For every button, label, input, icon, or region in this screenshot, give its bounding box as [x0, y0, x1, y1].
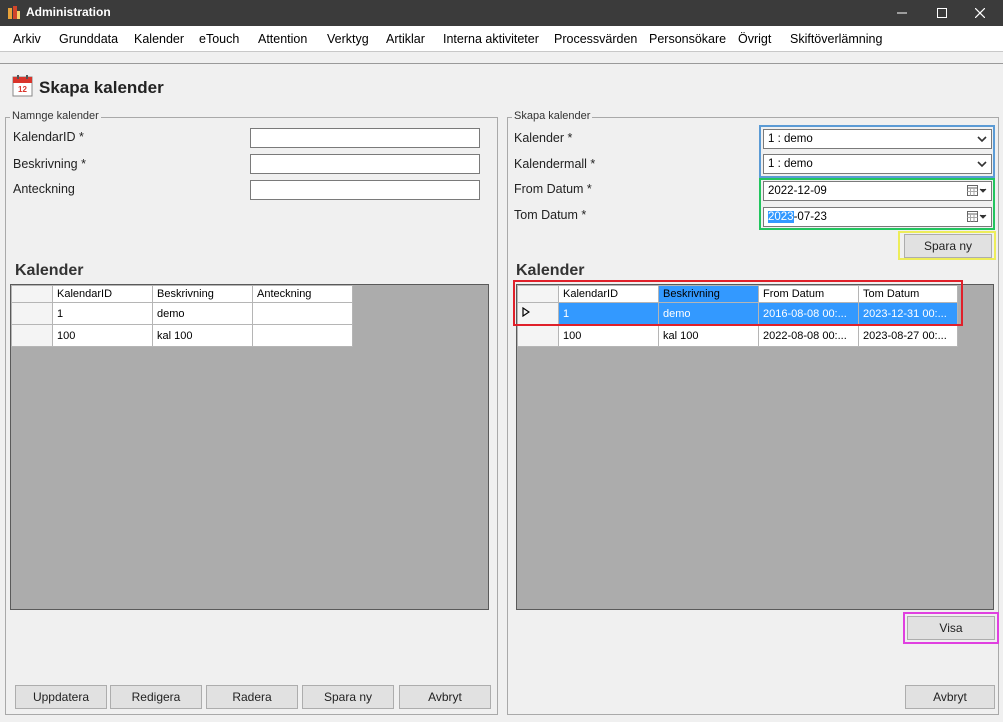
- column-header[interactable]: Beskrivning: [658, 285, 759, 303]
- menu-ovrigt[interactable]: Övrigt: [738, 32, 771, 46]
- column-header[interactable]: Beskrivning: [152, 285, 253, 303]
- menu-artiklar[interactable]: Artiklar: [386, 32, 425, 46]
- table-row-selected[interactable]: 1 demo 2016-08-08 00:... 2023-12-31 00:.…: [517, 302, 958, 325]
- row-header[interactable]: [11, 302, 53, 325]
- page-title: Skapa kalender: [39, 78, 164, 97]
- menu-interna-aktiviteter[interactable]: Interna aktiviteter: [443, 32, 539, 46]
- maximize-icon: [937, 8, 947, 18]
- table-cell[interactable]: 1: [52, 302, 153, 325]
- group-legend: Namnge kalender: [10, 110, 101, 122]
- cancel-button-left[interactable]: Avbryt: [399, 685, 491, 709]
- left-grid-title: Kalender: [15, 262, 84, 279]
- show-button[interactable]: Visa: [907, 616, 995, 640]
- toolstrip-divider: [0, 63, 1003, 64]
- template-label: Kalendermall *: [514, 157, 596, 171]
- app-logo-icon: [8, 6, 20, 19]
- save-new-button-left[interactable]: Spara ny: [302, 685, 394, 709]
- table-row[interactable]: 100 kal 100 2022-08-08 00:... 2023-08-27…: [517, 324, 958, 347]
- menu-bar: Arkiv Grunddata Kalender eTouch Attentio…: [0, 26, 1003, 52]
- column-header[interactable]: KalendarID: [558, 285, 659, 303]
- menu-attention[interactable]: Attention: [258, 32, 307, 46]
- close-button[interactable]: [957, 0, 1003, 26]
- note-label: Anteckning: [13, 182, 75, 196]
- to-date-selected-text: 2023: [768, 211, 794, 223]
- table-row[interactable]: 100 kal 100: [11, 324, 353, 347]
- row-header-corner: [11, 285, 53, 303]
- table-cell[interactable]: demo: [152, 302, 253, 325]
- table-cell[interactable]: 2016-08-08 00:...: [758, 302, 859, 325]
- calendar-label: Kalender *: [514, 131, 573, 145]
- description-label: Beskrivning *: [13, 157, 86, 171]
- table-cell[interactable]: kal 100: [658, 324, 759, 347]
- table-row[interactable]: 1 demo: [11, 302, 353, 325]
- right-calendar-grid[interactable]: KalendarID Beskrivning From Datum Tom Da…: [516, 284, 994, 610]
- row-header-corner: [517, 285, 559, 303]
- column-header[interactable]: KalendarID: [52, 285, 153, 303]
- minimize-icon: [897, 12, 907, 14]
- from-date-value: 2022-12-09: [768, 185, 827, 197]
- row-header[interactable]: [517, 324, 559, 347]
- menu-kalender[interactable]: Kalender: [134, 32, 184, 46]
- table-cell[interactable]: [252, 302, 353, 325]
- table-cell[interactable]: 2023-08-27 00:...: [858, 324, 958, 347]
- row-header[interactable]: [517, 302, 559, 325]
- from-date-picker[interactable]: 2022-12-09: [763, 181, 992, 201]
- note-input[interactable]: [250, 180, 480, 200]
- row-header[interactable]: [11, 324, 53, 347]
- window-title: Administration: [26, 5, 111, 19]
- chevron-down-icon: [977, 161, 987, 168]
- close-icon: [975, 8, 985, 18]
- menu-personsokare[interactable]: Personsökare: [649, 32, 726, 46]
- description-input[interactable]: [250, 154, 480, 174]
- table-cell[interactable]: 1: [558, 302, 659, 325]
- calendar-dropdown-icon: [967, 211, 987, 222]
- left-grid-table: KalendarID Beskrivning Anteckning 1 demo…: [11, 285, 353, 347]
- calendar-select-value: 1 : demo: [768, 133, 813, 145]
- template-select[interactable]: 1 : demo: [763, 154, 992, 174]
- menu-etouch[interactable]: eTouch: [199, 32, 239, 46]
- current-row-arrow-icon: [522, 306, 531, 318]
- table-cell[interactable]: 100: [52, 324, 153, 347]
- table-cell[interactable]: 2023-12-31 00:...: [858, 302, 958, 325]
- group-legend: Skapa kalender: [512, 110, 593, 122]
- column-header[interactable]: From Datum: [758, 285, 859, 303]
- table-cell[interactable]: 100: [558, 324, 659, 347]
- calendar-icon: 12: [12, 75, 33, 97]
- delete-button[interactable]: Radera: [206, 685, 298, 709]
- to-date-rest-text: -07-23: [793, 211, 827, 223]
- table-cell[interactable]: 2022-08-08 00:...: [758, 324, 859, 347]
- calendar-select[interactable]: 1 : demo: [763, 129, 992, 149]
- from-date-label: From Datum *: [514, 182, 592, 196]
- to-date-label: Tom Datum *: [514, 208, 587, 222]
- title-bar: Administration: [0, 0, 1003, 26]
- column-header[interactable]: Tom Datum: [858, 285, 958, 303]
- menu-processvarden[interactable]: Processvärden: [554, 32, 637, 46]
- calendar-id-label: KalendarID *: [13, 130, 84, 144]
- update-button[interactable]: Uppdatera: [15, 685, 107, 709]
- menu-verktyg[interactable]: Verktyg: [327, 32, 369, 46]
- menu-skiftoverlamning[interactable]: Skiftöverlämning: [790, 32, 882, 46]
- edit-button[interactable]: Redigera: [110, 685, 202, 709]
- menu-arkiv[interactable]: Arkiv: [13, 32, 41, 46]
- calendar-id-input[interactable]: [250, 128, 480, 148]
- table-cell[interactable]: kal 100: [152, 324, 253, 347]
- cancel-button-right[interactable]: Avbryt: [905, 685, 995, 709]
- calendar-dropdown-icon: [967, 185, 987, 196]
- save-new-button-right[interactable]: Spara ny: [904, 234, 992, 258]
- svg-text:12: 12: [18, 85, 27, 94]
- column-header[interactable]: Anteckning: [252, 285, 353, 303]
- left-calendar-grid[interactable]: KalendarID Beskrivning Anteckning 1 demo…: [10, 284, 489, 610]
- chevron-down-icon: [977, 136, 987, 143]
- template-select-value: 1 : demo: [768, 158, 813, 170]
- table-cell[interactable]: [252, 324, 353, 347]
- to-date-picker[interactable]: 2023-07-23: [763, 207, 992, 227]
- table-cell[interactable]: demo: [658, 302, 759, 325]
- right-grid-title: Kalender: [516, 262, 585, 279]
- menu-grunddata[interactable]: Grunddata: [59, 32, 118, 46]
- right-grid-table: KalendarID Beskrivning From Datum Tom Da…: [517, 285, 958, 347]
